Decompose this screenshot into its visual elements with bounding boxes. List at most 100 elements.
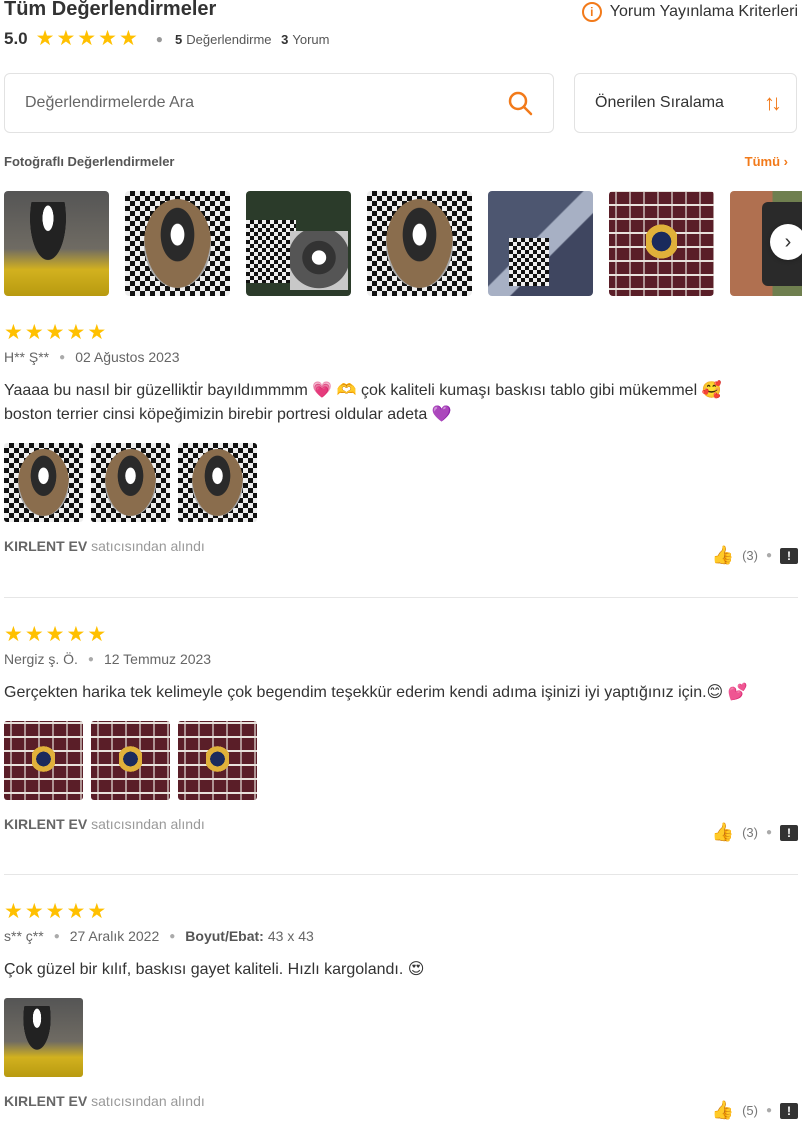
seller-name[interactable]: KIRLENT EV: [4, 1093, 87, 1109]
star-icon: ★: [24, 623, 44, 646]
comment-line: boston terrier cinsi köpeğimizin birebir…: [4, 406, 452, 423]
report-icon[interactable]: !: [780, 824, 798, 841]
review-photo[interactable]: [178, 721, 257, 800]
star-icon: ★: [35, 27, 55, 50]
review-card: ★ ★ ★ ★ ★ Nergiz ş. Ö. ● 12 Temmuz 2023 Gerç…: [4, 623, 798, 842]
review-author: Nergiz ş. Ö.: [4, 651, 78, 667]
review-photos: [4, 443, 798, 522]
star-icon: ★: [98, 27, 117, 50]
review-date: 02 Ağustos 2023: [75, 349, 180, 365]
review-card: ★ ★ ★ ★ ★ H** Ş** ● 02 Ağustos 2023 Yaaaa bu…: [4, 321, 798, 565]
seller-info: KIRLENT EV satıcısından alındı: [4, 538, 798, 554]
star-icon: ★: [4, 623, 23, 646]
thumbs-up-icon[interactable]: 👍: [712, 822, 734, 843]
criteria-link[interactable]: i Yorum Yayınlama Kriterleri: [581, 2, 798, 22]
review-meta: Nergiz ş. Ö. ● 12 Temmuz 2023: [4, 651, 798, 667]
star-icon: ★: [24, 321, 44, 344]
seller-info: KIRLENT EV satıcısından alındı: [4, 816, 798, 832]
average-score: 5.0: [4, 29, 28, 48]
sort-label: Önerilen Sıralama: [595, 94, 724, 111]
star-icon: ★: [87, 321, 107, 344]
photo-reviews-header: Fotoğraflı Değerlendirmeler Tümü ›: [4, 154, 788, 169]
chevron-right-icon: ›: [783, 154, 788, 169]
seller-name[interactable]: KIRLENT EV: [4, 538, 87, 554]
see-all-link[interactable]: Tümü ›: [745, 154, 788, 169]
review-actions: 👍 (3) ● !: [712, 822, 798, 843]
report-icon[interactable]: !: [780, 547, 798, 564]
review-author: H** Ş**: [4, 349, 50, 365]
star-icon: ★: [66, 321, 86, 344]
gallery-photo[interactable]: [609, 191, 714, 296]
score-summary: 5.0 ★ ★ ★ ★ ★ ● 5 Değerlendirme 3 Yorum: [4, 27, 330, 50]
review-comment: Yaaaa bu nasıl bir güzellikti̇r bayıldım…: [4, 379, 798, 427]
seller-info: KIRLENT EV satıcısından alındı: [4, 1093, 798, 1109]
divider: [4, 597, 798, 598]
seller-name[interactable]: KIRLENT EV: [4, 816, 87, 832]
review-stars: ★ ★ ★ ★ ★: [4, 321, 798, 344]
review-stars: ★ ★ ★ ★ ★: [4, 623, 798, 646]
review-actions: 👍 (3) ● !: [712, 545, 798, 566]
thumbs-up-icon[interactable]: 👍: [712, 545, 734, 566]
review-photo[interactable]: [178, 443, 257, 522]
gallery-photo[interactable]: [488, 191, 593, 296]
gallery-photo[interactable]: [125, 191, 230, 296]
review-photo[interactable]: [4, 721, 83, 800]
search-input[interactable]: [25, 94, 507, 112]
seller-suffix: satıcısından alındı: [91, 1093, 205, 1109]
review-comment: Çok güzel bir kılıf, baskısı gayet kalit…: [4, 958, 798, 982]
separator-dot: ●: [765, 827, 772, 838]
photo-reviews-label: Fotoğraflı Değerlendirmeler: [4, 154, 175, 169]
size-label: Boyut/Ebat:: [185, 928, 264, 944]
criteria-label: Yorum Yayınlama Kriterleri: [609, 3, 798, 20]
comment-line: Gerçekten harika tek kelimeyle çok begen…: [4, 684, 748, 701]
page-title: Tüm Değerlendirmeler: [4, 0, 217, 20]
review-photos: [4, 721, 798, 800]
sort-dropdown[interactable]: Önerilen Sıralama ↑↓: [574, 73, 797, 133]
reviews-header: Tüm Değerlendirmeler i Yorum Yayınlama K…: [0, 0, 802, 60]
star-icon: ★: [66, 900, 86, 923]
chevron-right-icon: ›: [784, 230, 792, 253]
star-icon: ★: [77, 27, 97, 50]
separator-dot: ●: [59, 351, 66, 363]
review-card: ★ ★ ★ ★ ★ s** ç** ● 27 Aralık 2022 ● Boyut/E…: [4, 900, 798, 1120]
search-icon[interactable]: [507, 90, 533, 116]
separator-dot: ●: [169, 930, 176, 942]
review-author: s** ç**: [4, 928, 44, 944]
review-photo[interactable]: [4, 443, 83, 522]
star-icon: ★: [45, 321, 65, 344]
star-icon: ★: [87, 900, 107, 923]
comment-count: 3: [281, 31, 289, 47]
star-icon: ★: [24, 900, 44, 923]
gallery-photo[interactable]: [4, 191, 109, 296]
rating-label: Değerlendirme: [186, 31, 272, 47]
star-icon: ★: [56, 27, 76, 50]
sort-icon: ↑↓: [764, 90, 782, 115]
separator-dot: ●: [765, 1105, 772, 1116]
size-value: 43 x 43: [267, 928, 314, 944]
review-date: 12 Temmuz 2023: [103, 651, 212, 667]
star-icon: ★: [45, 900, 65, 923]
gallery-next-button[interactable]: ›: [770, 224, 802, 260]
review-photo[interactable]: [4, 998, 83, 1077]
report-icon[interactable]: !: [780, 1102, 798, 1119]
rating-count: 5: [175, 31, 183, 47]
like-count: (3): [742, 548, 758, 563]
gallery-photo[interactable]: [367, 191, 472, 296]
thumbs-up-icon[interactable]: 👍: [712, 1100, 734, 1121]
review-search-box[interactable]: [4, 73, 554, 133]
separator-dot: ●: [155, 32, 164, 46]
info-icon: i: [581, 2, 602, 22]
rating-counts: 5 Değerlendirme 3 Yorum: [175, 32, 329, 47]
rating-stars: ★ ★ ★ ★ ★: [35, 27, 138, 50]
see-all-label: Tümü: [744, 154, 781, 169]
gallery-photo[interactable]: [246, 191, 351, 296]
review-stars: ★ ★ ★ ★ ★: [4, 900, 798, 923]
separator-dot: ●: [87, 653, 94, 665]
review-photo[interactable]: [91, 443, 170, 522]
divider: [4, 874, 798, 875]
review-photo[interactable]: [91, 721, 170, 800]
comment-line: Çok güzel bir kılıf, baskısı gayet kalit…: [4, 961, 425, 978]
seller-suffix: satıcısından alındı: [91, 816, 205, 832]
star-icon: ★: [87, 623, 107, 646]
separator-dot: ●: [53, 930, 60, 942]
